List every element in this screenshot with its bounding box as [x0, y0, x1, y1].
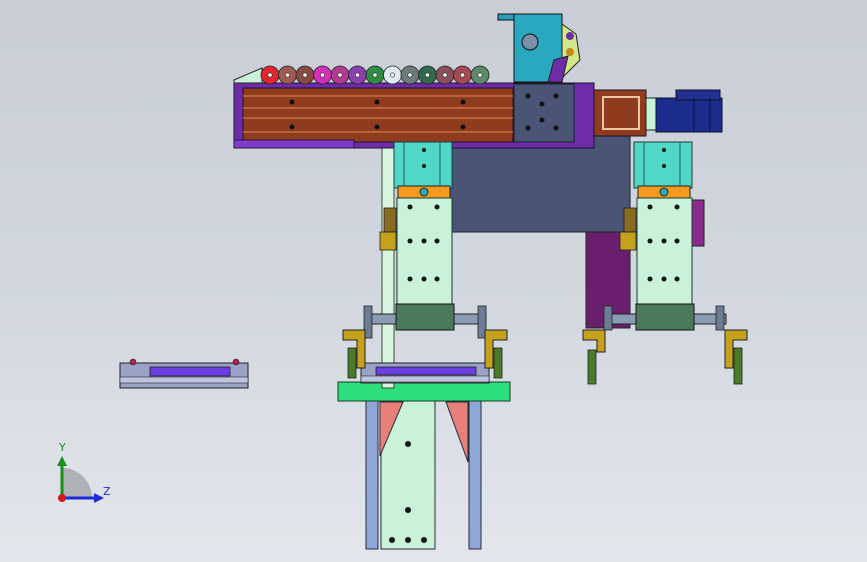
chain-link-pin — [424, 72, 430, 78]
base-column[interactable] — [365, 400, 482, 550]
chain-link-pin — [477, 72, 483, 78]
chain-link-pin — [372, 72, 378, 78]
chain-link-pin — [267, 72, 273, 78]
chain-link-pin — [459, 72, 465, 78]
right-gripper[interactable] — [582, 303, 748, 385]
y-axis-arrow-head — [57, 456, 67, 466]
axis-triad — [57, 456, 104, 503]
chain-link-pin — [354, 72, 360, 78]
left-cylinder[interactable] — [393, 141, 453, 199]
x-axis-dot — [58, 494, 66, 502]
drag-chain[interactable] — [233, 65, 490, 85]
chain-link-pin — [337, 72, 343, 78]
chain-link-pin — [442, 72, 448, 78]
rear-post — [381, 147, 395, 389]
end-cap[interactable] — [593, 89, 657, 137]
y-axis-label: Y — [59, 441, 66, 454]
chain-link-pin — [302, 72, 308, 78]
chain-bracket[interactable] — [497, 13, 581, 83]
left-tray[interactable] — [119, 358, 249, 389]
servo-motor[interactable] — [655, 89, 723, 133]
chain-link-pin — [284, 72, 290, 78]
cad-viewport[interactable]: Y Z — [0, 0, 867, 562]
chain-link-pin — [389, 72, 395, 78]
chain-link-pin — [319, 72, 325, 78]
right-cylinder[interactable] — [633, 141, 693, 199]
slider-block[interactable] — [513, 83, 575, 143]
base-plate[interactable] — [337, 381, 511, 402]
center-tray[interactable] — [360, 362, 490, 384]
chain-link-pin — [407, 72, 413, 78]
z-axis-label: Z — [103, 485, 111, 498]
assembly-drawing[interactable] — [0, 0, 867, 562]
right-slide-plate[interactable] — [619, 197, 693, 307]
